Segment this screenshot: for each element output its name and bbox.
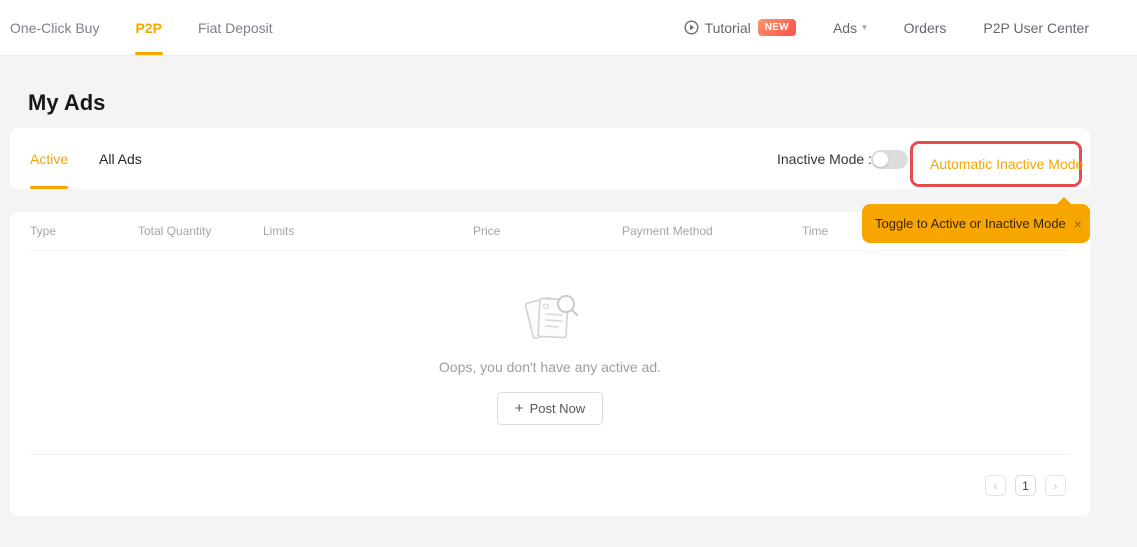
annotation-highlight-box: Automatic Inactive Mode (910, 141, 1083, 187)
ads-label: Ads (832, 19, 858, 36)
ads-table-card: Type Total Quantity Limits Price Payment… (10, 212, 1090, 516)
inactive-mode-toggle[interactable] (871, 150, 908, 169)
column-header-limits: Limits (263, 224, 295, 238)
nav-tab-one-click-buy[interactable]: One-Click Buy (10, 0, 99, 55)
nav-right-links: Tutorial NEW Ads ▾ Orders P2P User Cente… (684, 0, 1137, 55)
pagination-prev-button[interactable]: ‹ (985, 475, 1006, 496)
chevron-down-icon: ▾ (862, 22, 867, 32)
nav-tab-p2p[interactable]: P2P (134, 0, 164, 55)
close-icon[interactable]: × (1074, 216, 1082, 232)
toggle-knob (873, 152, 888, 167)
nav-link-orders[interactable]: Orders (904, 20, 947, 36)
column-header-total-quantity: Total Quantity (138, 224, 212, 238)
play-circle-icon (684, 20, 699, 35)
pagination-page-1-button[interactable]: 1 (1015, 475, 1036, 496)
column-header-type: Type (30, 224, 57, 238)
empty-state: Oops, you don't have any active ad. + Po… (10, 292, 1090, 425)
tooltip-text: Toggle to Active or Inactive Mode (875, 216, 1066, 231)
p2p-my-ads-page: One-Click Buy P2P Fiat Deposit Tutorial … (0, 0, 1137, 547)
tab-all-ads[interactable]: All Ads (99, 128, 142, 189)
column-header-payment-method: Payment Method (622, 224, 713, 238)
new-badge: NEW (757, 19, 796, 36)
pagination: ‹ 1 › (985, 475, 1066, 496)
plus-icon: + (514, 400, 524, 417)
nav-left-tabs: One-Click Buy P2P Fiat Deposit (0, 0, 309, 55)
column-header-price: Price (473, 224, 501, 238)
nav-link-p2p-user-center[interactable]: P2P User Center (983, 20, 1089, 36)
tutorial-label: Tutorial (704, 19, 751, 36)
pagination-divider (30, 454, 1070, 455)
tabs-toolbar-card: Active All Ads Inactive Mode : Automatic… (10, 128, 1090, 189)
column-header-time: Time (802, 224, 829, 238)
post-now-label: Post Now (529, 401, 586, 416)
post-now-button[interactable]: + Post Now (496, 392, 604, 425)
tab-active[interactable]: Active (30, 128, 69, 189)
nav-link-ads[interactable]: Ads ▾ (833, 20, 867, 36)
no-ads-document-search-icon (524, 295, 578, 339)
tutorial-link[interactable]: Tutorial NEW (684, 19, 796, 36)
empty-state-message: Oops, you don't have any active ad. (438, 359, 662, 375)
toggle-tooltip: Toggle to Active or Inactive Mode × (862, 197, 1090, 243)
automatic-inactive-mode-link[interactable]: Automatic Inactive Mode (930, 156, 1083, 172)
nav-tab-fiat-deposit[interactable]: Fiat Deposit (198, 0, 273, 55)
top-navigation: One-Click Buy P2P Fiat Deposit Tutorial … (0, 0, 1137, 56)
inactive-mode-label: Inactive Mode : (777, 150, 872, 167)
pagination-next-button[interactable]: › (1045, 475, 1066, 496)
page-title: My Ads (28, 90, 106, 115)
